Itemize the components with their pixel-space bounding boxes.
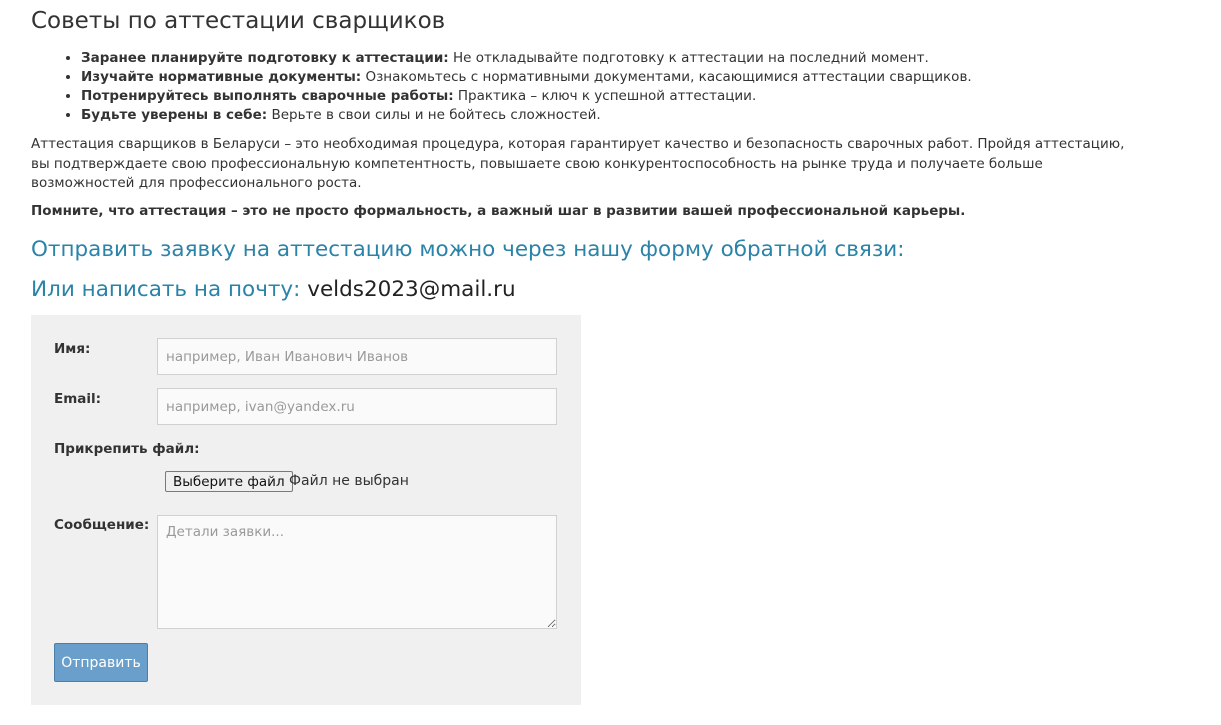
tip-heading: Будьте уверены в себе: bbox=[81, 107, 268, 123]
tip-text: Практика – ключ к успешной аттестации. bbox=[453, 88, 757, 104]
choose-file-button[interactable]: Выберите файл bbox=[165, 471, 293, 492]
message-label: Сообщение: bbox=[54, 517, 150, 533]
name-input[interactable] bbox=[157, 338, 557, 375]
form-heading: Отправить заявку на аттестацию можно чер… bbox=[31, 237, 905, 262]
submit-button[interactable]: Отправить bbox=[54, 643, 148, 682]
contact-email: velds2023@mail.ru bbox=[307, 277, 516, 302]
tip-text: Ознакомьтесь с нормативными документами,… bbox=[361, 69, 972, 85]
application-form: Имя: Email: Прикрепить файл: Выберите фа… bbox=[31, 315, 581, 705]
list-item: Изучайте нормативные документы: Ознакомь… bbox=[81, 68, 972, 87]
name-label: Имя: bbox=[54, 341, 91, 357]
tip-heading: Изучайте нормативные документы: bbox=[81, 69, 362, 85]
file-label: Прикрепить файл: bbox=[54, 441, 200, 457]
email-heading: Или написать на почту: velds2023@mail.ru bbox=[31, 275, 516, 305]
message-textarea[interactable] bbox=[157, 515, 557, 629]
intro-paragraph: Аттестация сварщиков в Беларуси – это не… bbox=[31, 136, 1125, 191]
list-item: Будьте уверены в себе: Верьте в свои сил… bbox=[81, 106, 972, 125]
tip-heading: Потренируйтесь выполнять сварочные работ… bbox=[81, 88, 454, 104]
page-title: Советы по аттестации сварщиков bbox=[31, 8, 446, 34]
page: Советы по аттестации сварщиков Заранее п… bbox=[0, 0, 1221, 725]
file-status: Файл не выбран bbox=[289, 473, 409, 489]
tip-heading: Заранее планируйте подготовку к аттестац… bbox=[81, 50, 449, 66]
tip-text: Не откладывайте подготовку к аттестации … bbox=[448, 50, 929, 66]
email-heading-label: Или написать на почту: bbox=[31, 277, 308, 302]
email-label: Email: bbox=[54, 391, 102, 407]
reminder-paragraph: Помните, что аттестация – это не просто … bbox=[31, 203, 966, 219]
list-item: Потренируйтесь выполнять сварочные работ… bbox=[81, 87, 972, 106]
tips-list: Заранее планируйте подготовку к аттестац… bbox=[31, 49, 972, 125]
email-input[interactable] bbox=[157, 388, 557, 425]
list-item: Заранее планируйте подготовку к аттестац… bbox=[81, 49, 972, 68]
tip-text: Верьте в свои силы и не бойтесь сложност… bbox=[267, 107, 601, 123]
